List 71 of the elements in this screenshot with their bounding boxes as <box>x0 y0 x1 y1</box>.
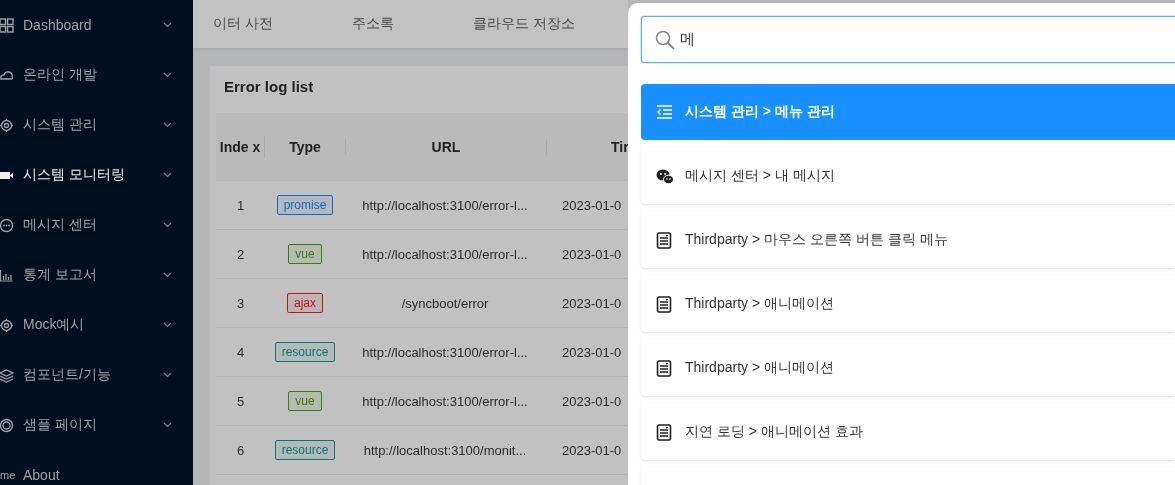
chevron-down-icon <box>163 22 172 28</box>
chevron-down-icon <box>163 222 172 228</box>
chevron-down-icon <box>163 172 172 178</box>
table-cell-text: 2023-01-0 <box>561 393 623 409</box>
type-tag: ajax <box>287 293 323 313</box>
chevron-down-icon <box>163 322 172 328</box>
chevron-down-icon <box>163 122 172 128</box>
sidebar-item[interactable]: me About <box>0 450 193 485</box>
table-cell-text: http://localhost:3100/error-l... <box>361 344 529 360</box>
sidebar-item[interactable]: 컴포넌트/기능 <box>0 350 193 400</box>
document-icon <box>656 295 674 313</box>
icon-label: me <box>0 469 14 481</box>
table-cell-text: 2023-01-0 <box>561 197 623 213</box>
sidebar-item[interactable]: 샘플 페이지 <box>0 400 193 450</box>
table-cell-text: http://localhost:3100/error-l... <box>361 197 529 213</box>
sidebar-item[interactable]: 통계 보고서 <box>0 250 193 300</box>
settings-icon <box>0 317 14 333</box>
search-result[interactable]: Thirdparty > 애니메이션 <box>641 340 1175 396</box>
column-header: Inde x <box>216 135 265 158</box>
column-header: URL <box>346 138 547 155</box>
sidebar-item[interactable]: 온라인 개발 <box>0 50 193 100</box>
type-tag: resource <box>274 342 336 362</box>
table-cell-text: /syncboot/error <box>400 295 490 311</box>
table-cell-text: 3 <box>235 295 246 311</box>
sidebar-item[interactable]: 시스템 모니터링 <box>0 150 193 200</box>
table-cell-text: 2023-01-0 <box>561 442 623 458</box>
bar-chart-icon <box>0 267 14 283</box>
search-result[interactable]: 메시지 센터 > 내 메시지 <box>641 148 1175 204</box>
document-icon <box>656 423 674 441</box>
chevron-down-icon <box>163 272 172 278</box>
sidebar-item[interactable]: 메시지 센터 <box>0 200 193 250</box>
table-cell-text: 1 <box>235 197 246 213</box>
type-tag: promise <box>276 195 334 215</box>
chevron-down-icon <box>163 372 172 378</box>
table-cell-text: 2023-01-0 <box>561 246 623 262</box>
document-icon <box>656 231 674 249</box>
table-cell-text: http://localhost:3100/monit... <box>362 442 528 458</box>
chat-icon <box>0 217 14 233</box>
tab[interactable]: 클라우드 저장소 <box>472 15 575 33</box>
type-tag: resource <box>274 440 336 460</box>
table-cell-text: 2023-01-0 <box>561 344 623 360</box>
search-icon <box>654 28 676 51</box>
sidebar-item[interactable]: Mock예시 <box>0 300 193 350</box>
settings-icon <box>0 117 14 133</box>
table-cell-text: 6 <box>235 442 246 458</box>
layers-icon <box>0 367 14 383</box>
column-header: Type <box>265 138 346 155</box>
search-result[interactable]: Thirdparty > 마우스 오른쪽 버튼 클릭 메뉴 <box>641 212 1175 268</box>
search-result[interactable]: Thirdparty > 애니메이션 <box>641 276 1175 332</box>
table-cell-text: 5 <box>235 393 246 409</box>
table-cell-text: 2023-01-0 <box>561 295 623 311</box>
sidebar-item[interactable]: 시스템 관리 <box>0 100 193 150</box>
grid-icon <box>0 17 14 33</box>
type-tag: vue <box>288 391 322 411</box>
column-header: Tir <box>610 138 628 155</box>
tab[interactable]: 주소록 <box>351 15 394 33</box>
type-tag: vue <box>288 244 322 264</box>
indent-list-icon <box>656 103 674 121</box>
table-cell-text: 4 <box>235 344 246 360</box>
chevron-down-icon <box>163 422 172 428</box>
chevron-down-icon <box>163 72 172 78</box>
table-cell-text: 2 <box>235 246 246 262</box>
ring-icon <box>0 417 14 433</box>
document-icon <box>656 359 674 377</box>
card-title: Error log list <box>224 78 315 97</box>
chat-bubbles-icon <box>656 167 674 185</box>
table-cell-text: http://localhost:3100/error-l... <box>361 393 529 409</box>
tab[interactable]: 이터 사전 <box>213 15 273 33</box>
table-cell-text: http://localhost:3100/error-l... <box>361 246 529 262</box>
search-result[interactable]: 지연 로딩 > 애니메이션 효과 <box>641 404 1175 460</box>
sidebar-item[interactable]: Dashboard <box>0 0 193 50</box>
